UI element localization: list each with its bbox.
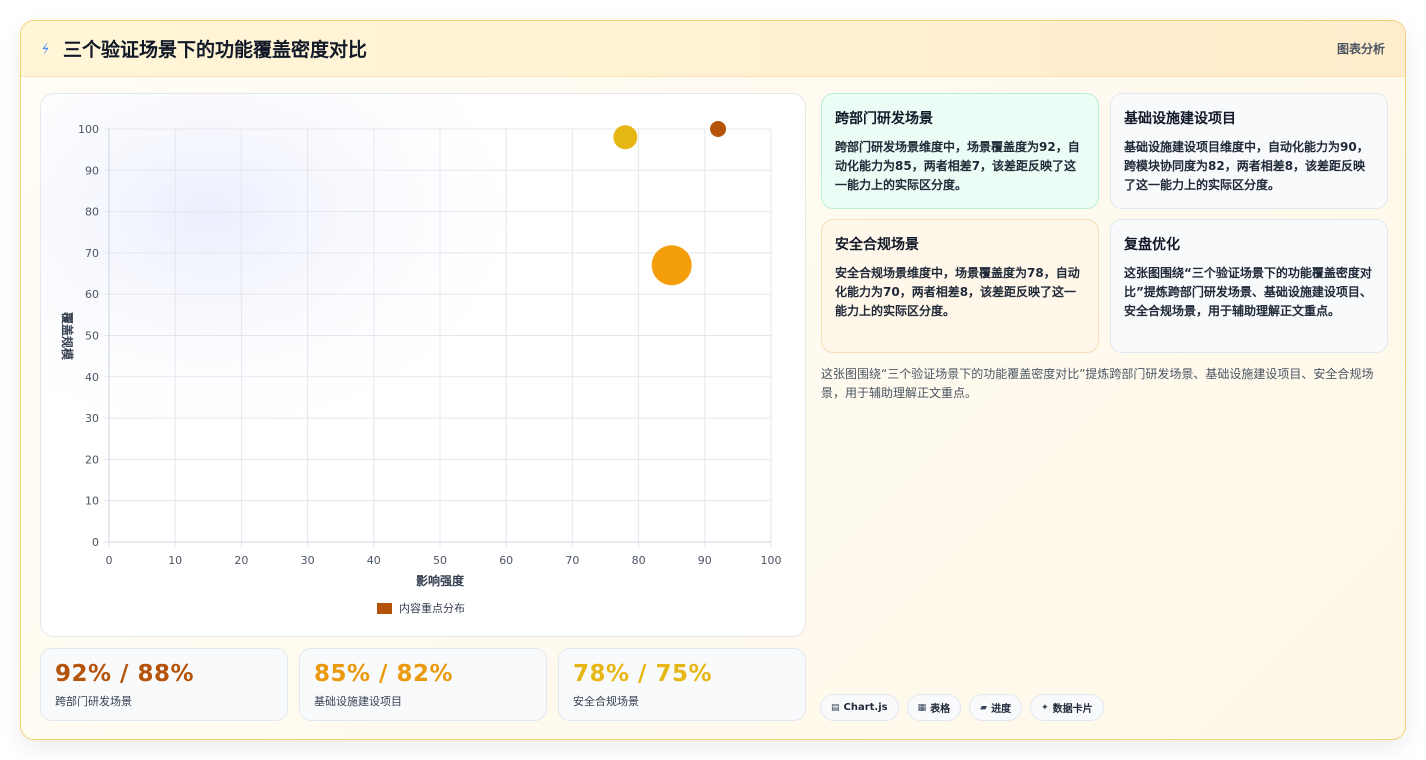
info-card-1: 跨部门研发场景 跨部门研发场景维度中，场景覆盖度为92，自动化能力为85，两者相…	[821, 93, 1099, 209]
stat-label: 基础设施建设项目	[314, 695, 402, 708]
info-card-text: 安全合规场景维度中，场景覆盖度为78，自动化能力为70，两者相差8，该差距反映了…	[835, 266, 1080, 318]
chip-progress[interactable]: ▰ 进度	[969, 694, 1023, 721]
y-tick-label: 70	[85, 247, 99, 260]
data-point	[710, 121, 727, 137]
x-tick-label: 70	[565, 554, 579, 567]
info-card-2: 基础设施建设项目 基础设施建设项目维度中，自动化能力为90，跨模块协同度为82，…	[1110, 93, 1388, 209]
chip-label: Chart.js	[843, 702, 888, 713]
sparkle-icon: ✦	[1041, 702, 1049, 713]
chart-card: ⚡ 三个验证场景下的功能覆盖密度对比 图表分析 0 10 20 30 40 50 60 70 8…	[20, 20, 1406, 740]
y-axis-label: 覆盖规模	[60, 311, 75, 361]
y-tick-label: 90	[85, 164, 99, 177]
stat-label: 安全合规场景	[573, 695, 639, 708]
x-tick-label: 90	[698, 554, 712, 567]
page-title: 三个验证场景下的功能覆盖密度对比	[63, 39, 368, 61]
x-tick-label: 10	[168, 554, 182, 567]
y-tick-label: 10	[85, 495, 99, 508]
stat-label: 跨部门研发场景	[55, 695, 132, 708]
info-card-text: 基础设施建设项目维度中，自动化能力为90，跨模块协同度为82，两者相差8，该差距…	[1124, 140, 1369, 192]
y-tick-label: 20	[85, 453, 99, 466]
y-tick-label: 50	[85, 330, 99, 343]
x-tick-label: 20	[234, 554, 248, 567]
info-card-title: 复盘优化	[1124, 237, 1180, 253]
chart-panel: 0 10 20 30 40 50 60 70 80 90 100 0 10 20 30 40 50 60 70 80 9…	[40, 93, 806, 637]
stat-value: 85% / 82%	[314, 661, 454, 687]
y-tick-label: 60	[85, 288, 99, 301]
stat-card-3: 78% / 75% 安全合规场景	[558, 648, 806, 721]
stat-value: 78% / 75%	[573, 661, 713, 687]
info-card-title: 基础设施建设项目	[1124, 111, 1236, 127]
stat-value: 92% / 88%	[55, 661, 195, 687]
chip-chartjs[interactable]: ▤ Chart.js	[820, 694, 899, 721]
chip-label: 进度	[991, 704, 1012, 715]
scatter-chart: 0 10 20 30 40 50 60 70 80 90 100 0 10 20 30 40 50 60 70 80 9…	[41, 94, 805, 636]
stat-card-2: 85% / 82% 基础设施建设项目	[299, 648, 547, 721]
x-tick-label: 30	[301, 554, 315, 567]
title-wrap: ⚡ 三个验证场景下的功能覆盖密度对比	[38, 35, 368, 62]
summary-text: 这张图围绕“三个验证场景下的功能覆盖密度对比”提炼跨部门研发场景、基础设施建设项…	[821, 367, 1374, 400]
progress-icon: ▰	[980, 702, 988, 713]
table-icon: ▦	[917, 702, 927, 713]
chart-icon: ▤	[831, 702, 840, 713]
info-card-title: 跨部门研发场景	[835, 111, 933, 127]
x-tick-label: 80	[632, 554, 646, 567]
info-card-text: 这张图围绕“三个验证场景下的功能覆盖密度对比”提炼跨部门研发场景、基础设施建设项…	[1124, 266, 1372, 318]
x-tick-label: 0	[106, 554, 113, 567]
lightning-icon: ⚡	[38, 40, 54, 59]
card-header: ⚡ 三个验证场景下的功能覆盖密度对比 图表分析	[21, 21, 1405, 77]
chip-table[interactable]: ▦ 表格	[906, 694, 962, 721]
y-tick-label: 40	[85, 371, 99, 384]
legend[interactable]: 内容重点分布	[377, 601, 465, 615]
data-point	[651, 245, 692, 286]
chip-label: 表格	[930, 704, 951, 715]
info-card-3: 安全合规场景 安全合规场景维度中，场景覆盖度为78，自动化能力为70，两者相差8…	[821, 219, 1099, 353]
legend-swatch	[377, 603, 392, 614]
info-card-4: 复盘优化 这张图围绕“三个验证场景下的功能覆盖密度对比”提炼跨部门研发场景、基础…	[1110, 219, 1388, 353]
y-tick-label: 30	[85, 412, 99, 425]
chip-bar: ▤ Chart.js ▦ 表格 ▰ 进度 ✦ 数据卡片	[820, 694, 1104, 721]
x-tick-label: 50	[433, 554, 447, 567]
chip-label: 数据卡片	[1052, 704, 1093, 715]
stat-card-1: 92% / 88% 跨部门研发场景	[40, 648, 288, 721]
x-axis-label: 影响强度	[416, 573, 465, 588]
info-card-title: 安全合规场景	[835, 237, 919, 253]
x-tick-label: 100	[761, 554, 782, 567]
data-point	[613, 125, 638, 150]
x-tick-label: 40	[367, 554, 381, 567]
header-tag: 图表分析	[1336, 42, 1385, 56]
y-tick-label: 100	[78, 123, 99, 136]
y-tick-label: 80	[85, 206, 99, 219]
y-tick-label: 0	[92, 536, 99, 549]
legend-label: 内容重点分布	[399, 601, 465, 615]
chip-data-card[interactable]: ✦ 数据卡片	[1030, 694, 1104, 721]
info-card-text: 跨部门研发场景维度中，场景覆盖度为92，自动化能力为85，两者相差7，该差距反映…	[835, 140, 1080, 192]
x-tick-label: 60	[499, 554, 513, 567]
